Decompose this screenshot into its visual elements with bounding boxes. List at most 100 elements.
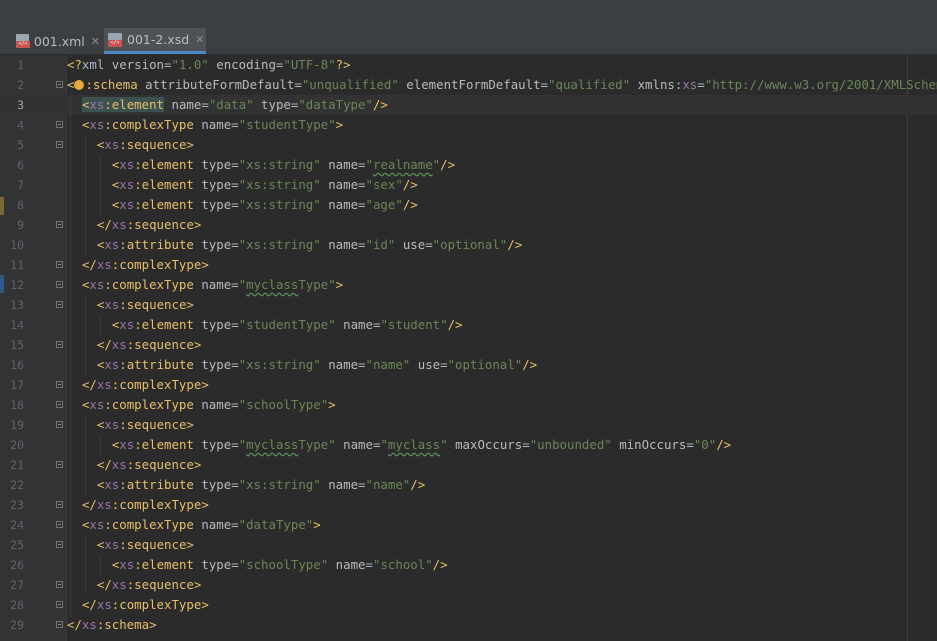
fold-icon[interactable] — [56, 541, 63, 548]
fold-icon[interactable] — [56, 501, 63, 508]
code-token: :sequence — [119, 537, 187, 552]
code-token: <? — [67, 57, 82, 72]
fold-icon[interactable] — [56, 621, 63, 628]
code-token: = — [231, 437, 239, 452]
code-token: = — [686, 437, 694, 452]
line-number: 11 — [10, 258, 24, 272]
line-number: 1 — [17, 58, 24, 72]
code-line[interactable]: 10 <xs:attribute type="xs:string" name="i… — [0, 235, 937, 255]
code-token: = — [358, 157, 366, 172]
code-text: </xs:complexType> — [82, 255, 209, 275]
fold-icon[interactable] — [56, 581, 63, 588]
code-line[interactable]: 24 <xs:complexType name="dataType"> — [0, 515, 937, 535]
code-token: Type" — [298, 277, 336, 292]
code-line[interactable]: 20 <xs:element type="myclassType" name="m… — [0, 435, 937, 455]
fold-icon[interactable] — [56, 601, 63, 608]
code-line[interactable]: 9 </xs:sequence> — [0, 215, 937, 235]
tab-001-2-xsd[interactable]: 001-2.xsd ✕ — [104, 28, 206, 54]
fold-icon[interactable] — [56, 421, 63, 428]
indent-guide — [84, 415, 86, 495]
code-token: > — [193, 337, 202, 352]
code-token: /> — [447, 317, 463, 332]
code-token: name — [201, 117, 232, 132]
code-token: xs — [104, 297, 120, 312]
code-line[interactable]: 2 <:schema attributeFormDefault="unqualif… — [0, 75, 937, 95]
code-text: <xs:element type="studentType" name="stu… — [112, 315, 463, 335]
code-token: xs — [96, 257, 112, 272]
code-token: type — [201, 197, 232, 212]
code-line[interactable]: 28 </xs:complexType> — [0, 595, 937, 615]
code-token: :complexType — [111, 377, 202, 392]
code-line[interactable]: 25 <xs:sequence> — [0, 535, 937, 555]
code-token: "xs:string" — [238, 237, 321, 252]
code-token: type — [201, 437, 232, 452]
tab-001-xml[interactable]: 001.xml ✕ — [12, 28, 100, 54]
code-line[interactable]: 13 <xs:sequence> — [0, 295, 937, 315]
code-line[interactable]: 23 </xs:complexType> — [0, 495, 937, 515]
fold-icon[interactable] — [56, 401, 63, 408]
code-token: :element — [134, 437, 194, 452]
fold-icon[interactable] — [56, 81, 63, 88]
close-icon[interactable]: ✕ — [195, 33, 204, 46]
code-line[interactable]: 19 <xs:sequence> — [0, 415, 937, 435]
code-token: name — [201, 397, 232, 412]
code-line[interactable]: 1 <?xml version="1.0" encoding="UTF-8"?> — [0, 55, 937, 75]
code-token: :complexType — [104, 397, 194, 412]
code-token: = — [231, 517, 239, 532]
code-line[interactable]: 26 <xs:element type="schoolType" name="sc… — [0, 555, 937, 575]
code-line[interactable]: 21 </xs:sequence> — [0, 455, 937, 475]
code-token: xs — [96, 497, 112, 512]
code-token: > — [149, 617, 157, 632]
indent-guide — [99, 155, 101, 215]
code-token: </ — [81, 597, 97, 612]
code-line[interactable]: 17 </xs:complexType> — [0, 375, 937, 395]
fold-icon[interactable] — [56, 381, 63, 388]
code-editor[interactable]: 1 <?xml version="1.0" encoding="UTF-8"?> 2… — [0, 55, 937, 641]
code-token: > — [186, 297, 194, 312]
code-line[interactable]: 15 </xs:sequence> — [0, 335, 937, 355]
code-line[interactable]: 14 <xs:element type="studentType" name="s… — [0, 315, 937, 335]
window-top-strip — [0, 0, 937, 29]
code-token: = — [358, 197, 366, 212]
code-text: </xs:sequence> — [97, 575, 201, 595]
code-token: " — [238, 277, 247, 292]
code-line[interactable]: 6 <xs:element type="xs:string" name="real… — [0, 155, 937, 175]
code-text: </xs:sequence> — [97, 215, 201, 235]
code-line[interactable]: 16 <xs:attribute type="xs:string" name="n… — [0, 355, 937, 375]
code-token: "age" — [365, 197, 403, 212]
fold-icon[interactable] — [56, 341, 63, 348]
code-line[interactable]: 18 <xs:complexType name="schoolType"> — [0, 395, 937, 415]
code-token: xs — [104, 477, 120, 492]
code-line[interactable]: 27 </xs:sequence> — [0, 575, 937, 595]
line-number: 16 — [10, 358, 24, 372]
code-line[interactable]: 4 <xs:complexType name="studentType"> — [0, 115, 937, 135]
fold-icon[interactable] — [56, 121, 63, 128]
code-line[interactable]: 12 <xs:complexType name="myclassType"> — [0, 275, 937, 295]
fold-icon[interactable] — [56, 261, 63, 268]
code-line[interactable]: 3 <xs:element name="data" type="dataType"… — [0, 95, 937, 115]
intention-bulb-icon[interactable] — [74, 80, 85, 90]
fold-icon[interactable] — [56, 301, 63, 308]
code-token: = — [522, 437, 530, 452]
code-line[interactable]: 8 <xs:element type="xs:string" name="age"… — [0, 195, 937, 215]
line-number: 14 — [10, 318, 24, 332]
code-line[interactable]: 22 <xs:attribute type="xs:string" name="n… — [0, 475, 937, 495]
code-line[interactable]: 7 <xs:element type="xs:string" name="sex"… — [0, 175, 937, 195]
indent-guide — [99, 315, 101, 335]
fold-icon[interactable] — [56, 461, 63, 468]
code-line[interactable]: 11 </xs:complexType> — [0, 255, 937, 275]
close-icon[interactable]: ✕ — [91, 35, 100, 48]
code-line[interactable]: 5 <xs:sequence> — [0, 135, 937, 155]
code-token: "school" — [372, 557, 433, 572]
fold-icon[interactable] — [56, 221, 63, 228]
code-token: xs — [119, 317, 135, 332]
fold-icon[interactable] — [56, 141, 63, 148]
code-token: > — [193, 457, 202, 472]
code-line[interactable]: 29 </xs:schema> — [0, 615, 937, 635]
indent-guide — [70, 95, 71, 615]
line-number: 5 — [17, 138, 24, 152]
line-number: 6 — [17, 158, 24, 172]
fold-icon[interactable] — [56, 281, 63, 288]
fold-icon[interactable] — [56, 521, 63, 528]
code-token: = — [425, 237, 433, 252]
